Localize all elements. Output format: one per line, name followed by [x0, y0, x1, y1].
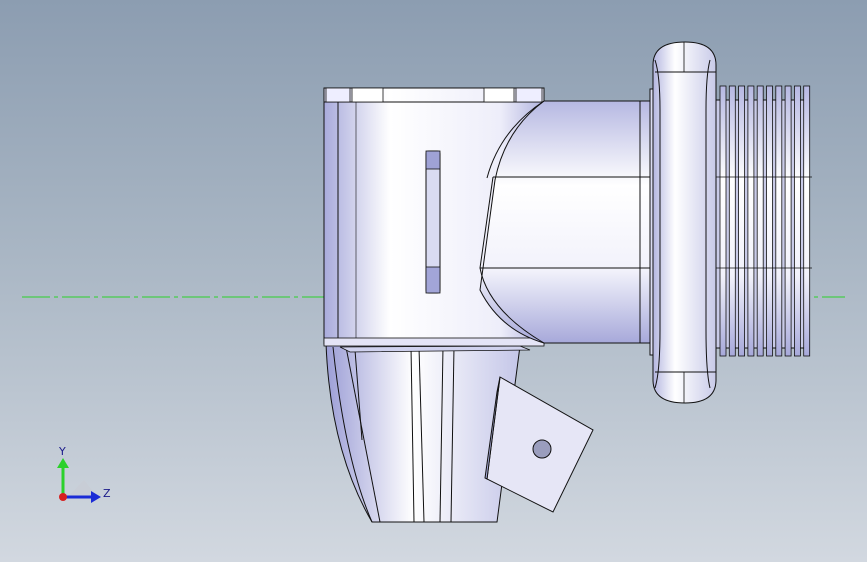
thread-rib — [775, 85, 783, 357]
model-view[interactable]: Y Z — [0, 0, 867, 562]
triad-x-axis — [59, 493, 67, 501]
thread-rib — [794, 85, 801, 357]
thread-rib — [784, 85, 792, 357]
thread-rib — [747, 85, 755, 357]
thread-rib — [728, 85, 736, 357]
flange-nut[interactable] — [649, 41, 717, 404]
thread-rib — [766, 85, 773, 357]
thread-rib — [738, 85, 745, 357]
tab-hole — [532, 439, 552, 459]
threaded-section[interactable] — [715, 85, 812, 357]
thread-rib — [756, 85, 764, 357]
thread-rib — [803, 85, 811, 357]
triad-y-label: Y — [58, 445, 66, 458]
view-triad: Y Z — [57, 445, 111, 503]
thread-rib — [719, 85, 727, 357]
graphics-viewport[interactable]: Y Z — [0, 0, 867, 562]
triad-z-label: Z — [103, 487, 111, 500]
